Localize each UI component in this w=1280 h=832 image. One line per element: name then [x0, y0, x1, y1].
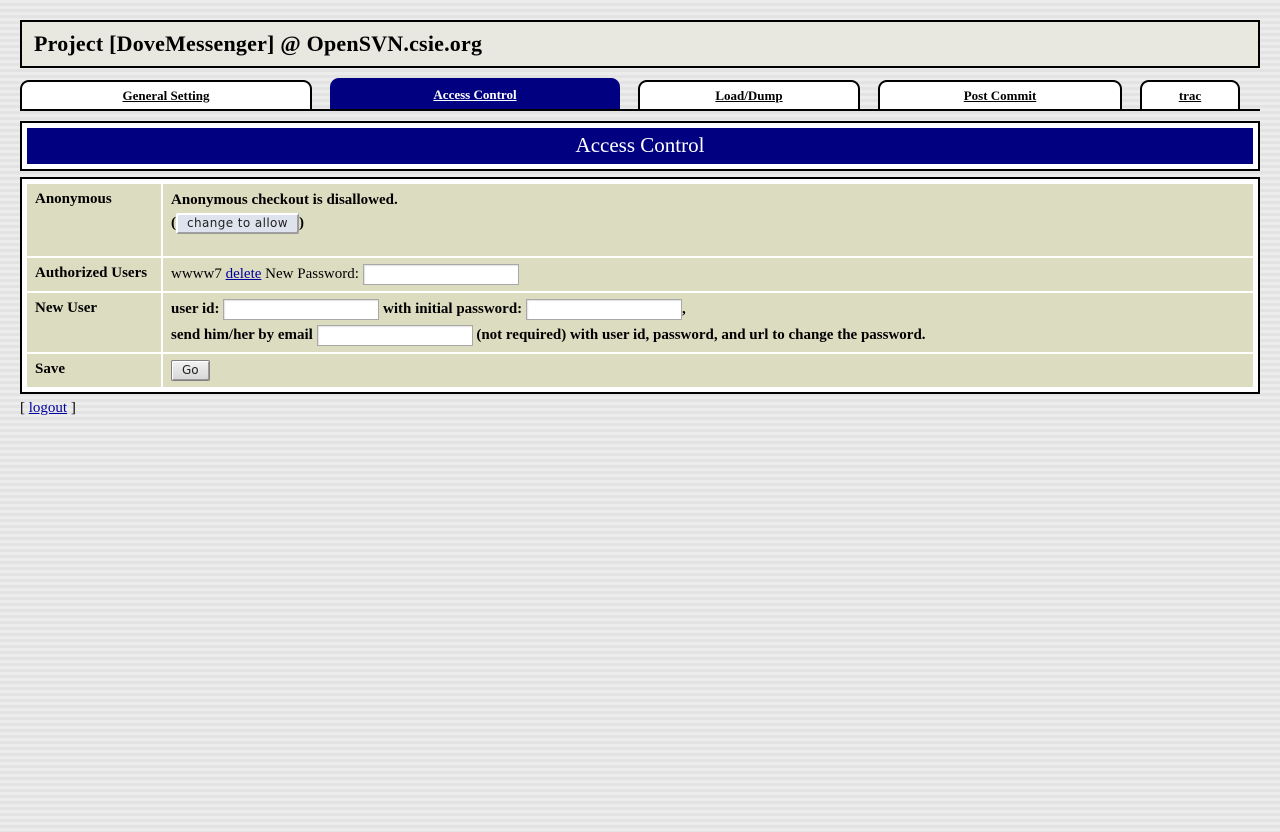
tab-list: General Setting Access Control Load/Dump…	[20, 78, 1260, 110]
authorized-user-name: wwww7	[171, 266, 222, 283]
row-value-authorized-users: wwww7 delete New Password:	[163, 258, 1253, 292]
row-label-anonymous: Anonymous	[27, 184, 161, 257]
footer-bracket-open: [	[20, 400, 25, 417]
access-control-panel: Anonymous Anonymous checkout is disallow…	[20, 177, 1260, 395]
tab-general-setting-label: General Setting	[122, 87, 210, 103]
go-button[interactable]: Go	[171, 360, 210, 382]
trailing-comma: ,	[681, 301, 686, 318]
row-value-save: Go	[163, 354, 1253, 388]
anonymous-toggle-wrapper: (change to allow)	[171, 212, 1245, 234]
paren-close: )	[299, 214, 305, 231]
user-id-label: user id:	[171, 301, 220, 318]
change-to-allow-button[interactable]: change to allow	[176, 212, 300, 234]
title-bar-wrapper: Project [DoveMessenger] @ OpenSVN.csie.o…	[0, 0, 1280, 69]
user-id-input[interactable]	[223, 299, 380, 321]
tab-general-setting[interactable]: General Setting	[20, 80, 312, 110]
row-label-save: Save	[27, 354, 161, 388]
email-label: send him/her by email	[171, 327, 313, 344]
section-banner-panel: Access Control	[20, 121, 1260, 172]
new-user-email-line: send him/her by email (not required) wit…	[171, 325, 1245, 347]
email-note: (not required) with user id, password, a…	[476, 327, 926, 344]
tab-access-control[interactable]: Access Control	[330, 78, 620, 110]
email-input[interactable]	[316, 325, 473, 347]
footer-bracket-close: ]	[70, 400, 76, 417]
tab-bar-divider	[20, 109, 1260, 112]
project-title-box: Project [DoveMessenger] @ OpenSVN.csie.o…	[20, 20, 1260, 69]
tab-access-control-label: Access Control	[433, 86, 517, 102]
new-user-credentials-line: user id: with initial password: ,	[171, 299, 1245, 321]
page-title: Project [DoveMessenger] @ OpenSVN.csie.o…	[34, 31, 483, 56]
row-label-authorized-users: Authorized Users	[27, 258, 161, 292]
row-value-new-user: user id: with initial password: , send h…	[163, 293, 1253, 353]
initial-password-input[interactable]	[525, 299, 682, 321]
new-password-input[interactable]	[362, 264, 519, 286]
table-row-save: Save Go	[27, 354, 1253, 388]
tab-load-dump[interactable]: Load/Dump	[638, 80, 860, 110]
delete-user-link[interactable]: delete	[226, 266, 262, 282]
footer: [ logout ]	[20, 400, 1280, 417]
tab-bar: General Setting Access Control Load/Dump…	[0, 78, 1280, 110]
tab-trac[interactable]: trac	[1140, 80, 1240, 110]
new-password-label: New Password:	[265, 266, 359, 283]
tab-load-dump-label: Load/Dump	[715, 87, 783, 103]
tab-post-commit[interactable]: Post Commit	[878, 80, 1122, 110]
row-value-anonymous: Anonymous checkout is disallowed. (chang…	[163, 184, 1253, 257]
table-row-anonymous: Anonymous Anonymous checkout is disallow…	[27, 184, 1253, 257]
section-banner-title: Access Control	[27, 128, 1253, 165]
table-row-new-user: New User user id: with initial password:…	[27, 293, 1253, 353]
logout-link[interactable]: logout	[29, 400, 67, 416]
tab-trac-label: trac	[1178, 87, 1202, 103]
access-control-table: Anonymous Anonymous checkout is disallow…	[25, 182, 1255, 390]
table-row-authorized-users: Authorized Users wwww7 delete New Passwo…	[27, 258, 1253, 292]
tab-post-commit-label: Post Commit	[963, 87, 1037, 103]
anonymous-status-text: Anonymous checkout is disallowed.	[171, 192, 398, 209]
initial-password-label: with initial password:	[382, 301, 523, 318]
row-label-new-user: New User	[27, 293, 161, 353]
